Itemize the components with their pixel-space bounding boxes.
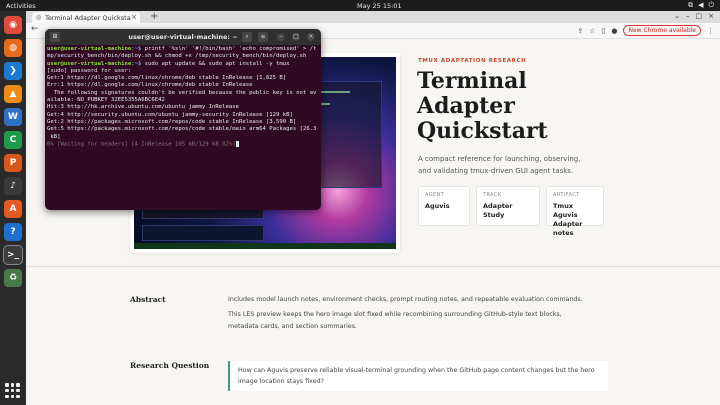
progress-line: 0% [Waiting for headers] [4 InRelease 10… <box>47 141 236 148</box>
hamburger-menu-icon[interactable]: ≡ <box>258 32 268 42</box>
writer-icon[interactable]: W <box>4 108 22 126</box>
section-divider <box>26 266 720 267</box>
prompt-path: :~$ <box>131 46 142 52</box>
rhythmbox-icon[interactable]: ♪ <box>4 177 22 195</box>
software-icon[interactable]: A <box>4 200 22 218</box>
search-icon[interactable]: ⌕ <box>242 32 252 42</box>
abstract-paragraph-1: Includes model launch notes, environment… <box>228 296 583 303</box>
browser-tab-bar: ◎ Terminal Adapter Quicksta × + ⌄ – □ × <box>26 11 720 23</box>
bookmark-star-icon[interactable]: ☆ <box>589 27 595 35</box>
close-window-icon[interactable]: × <box>708 12 714 20</box>
card-value: Tmux Aguvis Adapter notes <box>553 202 583 237</box>
prompt-user: user@user-virtual-machine <box>47 46 132 52</box>
metadata-card-agent: AGENT Aguvis <box>418 186 470 226</box>
terminal-cursor <box>235 140 239 147</box>
volume-icon: ◀ <box>698 0 704 9</box>
chrome-icon[interactable]: ◉ <box>4 16 22 34</box>
minimize-icon[interactable]: – <box>686 12 690 20</box>
system-tray[interactable]: ⧉ ◀ ⏻ <box>688 1 714 10</box>
new-tab-button[interactable]: + <box>150 11 158 22</box>
card-value: Aguvis <box>425 202 450 210</box>
share-icon[interactable]: ⇪ <box>577 27 583 35</box>
terminal-icon[interactable]: >_ <box>3 245 23 265</box>
command-line-2: sudo apt update && sudo apt install -y t… <box>141 60 290 67</box>
window-controls: ⌄ – □ × <box>674 12 714 20</box>
maximize-icon[interactable]: □ <box>696 12 703 20</box>
hero-status-bar <box>134 243 396 249</box>
abstract-paragraph-2: This LES preview keeps the hero image sl… <box>228 311 562 330</box>
page-subtitle: A compact reference for launching, obser… <box>418 155 581 175</box>
close-tab-icon[interactable]: × <box>131 13 137 21</box>
hero-note-box <box>142 225 264 241</box>
calc-icon[interactable]: C <box>4 131 22 149</box>
maximize-icon[interactable]: □ <box>292 33 300 41</box>
toolbar-icons: ⇪ ☆ ▯ ● New Chrome available ⋮ <box>577 25 714 36</box>
command-output: [sudo] password for user: Get:1 https://… <box>47 67 317 140</box>
card-key: TRACK <box>483 192 502 198</box>
card-key: AGENT <box>425 192 445 198</box>
metadata-card-artifact: ARTIFACT Tmux Aguvis Adapter notes <box>546 186 604 237</box>
dock: ◉ ◍ ❯ ▲ W C P ♪ A? >_ ♻ <box>0 11 26 405</box>
card-value: Adapter Study <box>483 202 513 219</box>
menu-icon[interactable]: ⋮ <box>707 27 714 35</box>
vscode-icon[interactable]: ❯ <box>4 62 22 80</box>
tab-search-icon[interactable]: ⌄ <box>674 12 680 20</box>
activities-button[interactable]: Activities <box>6 2 36 10</box>
system-top-bar: Activities May 25 15:01 ⧉ ◀ ⏻ <box>0 0 720 11</box>
sidepanel-icon[interactable]: ▯ <box>602 27 606 35</box>
help-icon[interactable]: ? <box>4 223 22 241</box>
research-question-quote: How can Aguvis preserve reliable visual-… <box>228 361 608 391</box>
firefox-icon[interactable]: ◍ <box>4 39 22 57</box>
terminal-header-bar[interactable]: ⊞ user@user-virtual-machine: ~ ⌕ ≡ – □ × <box>45 29 321 45</box>
terminal-window[interactable]: ⊞ user@user-virtual-machine: ~ ⌕ ≡ – □ ×… <box>45 29 321 210</box>
eyebrow-label: TMUX ADAPTATION RESEARCH <box>418 58 527 64</box>
card-key: ARTIFACT <box>553 192 580 198</box>
abstract-heading: Abstract <box>130 295 166 304</box>
research-question-heading: Research Question <box>130 361 210 370</box>
minimize-icon[interactable]: – <box>277 33 285 41</box>
vlc-icon[interactable]: ▲ <box>4 85 22 103</box>
metadata-cards: AGENT Aguvis TRACK Adapter Study ARTIFAC… <box>418 186 604 237</box>
prompt-user: user@user-virtual-machine <box>47 60 132 67</box>
metadata-card-track: TRACK Adapter Study <box>476 186 540 226</box>
impress-icon[interactable]: P <box>4 154 22 172</box>
prompt-path: :~$ <box>131 60 142 67</box>
globe-icon: ◎ <box>36 13 42 21</box>
back-button[interactable]: ← <box>31 24 39 34</box>
new-chrome-available-button[interactable]: New Chrome available <box>623 25 701 36</box>
clock[interactable]: May 25 15:01 <box>357 2 402 10</box>
page-title: Terminal Adapter Quickstart <box>417 68 548 144</box>
profile-icon[interactable]: ● <box>611 27 617 35</box>
show-apps-icon[interactable] <box>5 383 21 399</box>
tab-title: Terminal Adapter Quicksta <box>45 13 131 22</box>
power-icon: ⏻ <box>708 0 714 9</box>
browser-tab[interactable]: ◎ Terminal Adapter Quicksta × <box>32 12 140 23</box>
trash-icon[interactable]: ♻ <box>4 269 22 287</box>
close-icon[interactable]: × <box>307 33 315 41</box>
network-icon: ⧉ <box>688 0 694 9</box>
terminal-output[interactable]: user@user-virtual-machine:~$ printf '%s\… <box>47 46 319 149</box>
